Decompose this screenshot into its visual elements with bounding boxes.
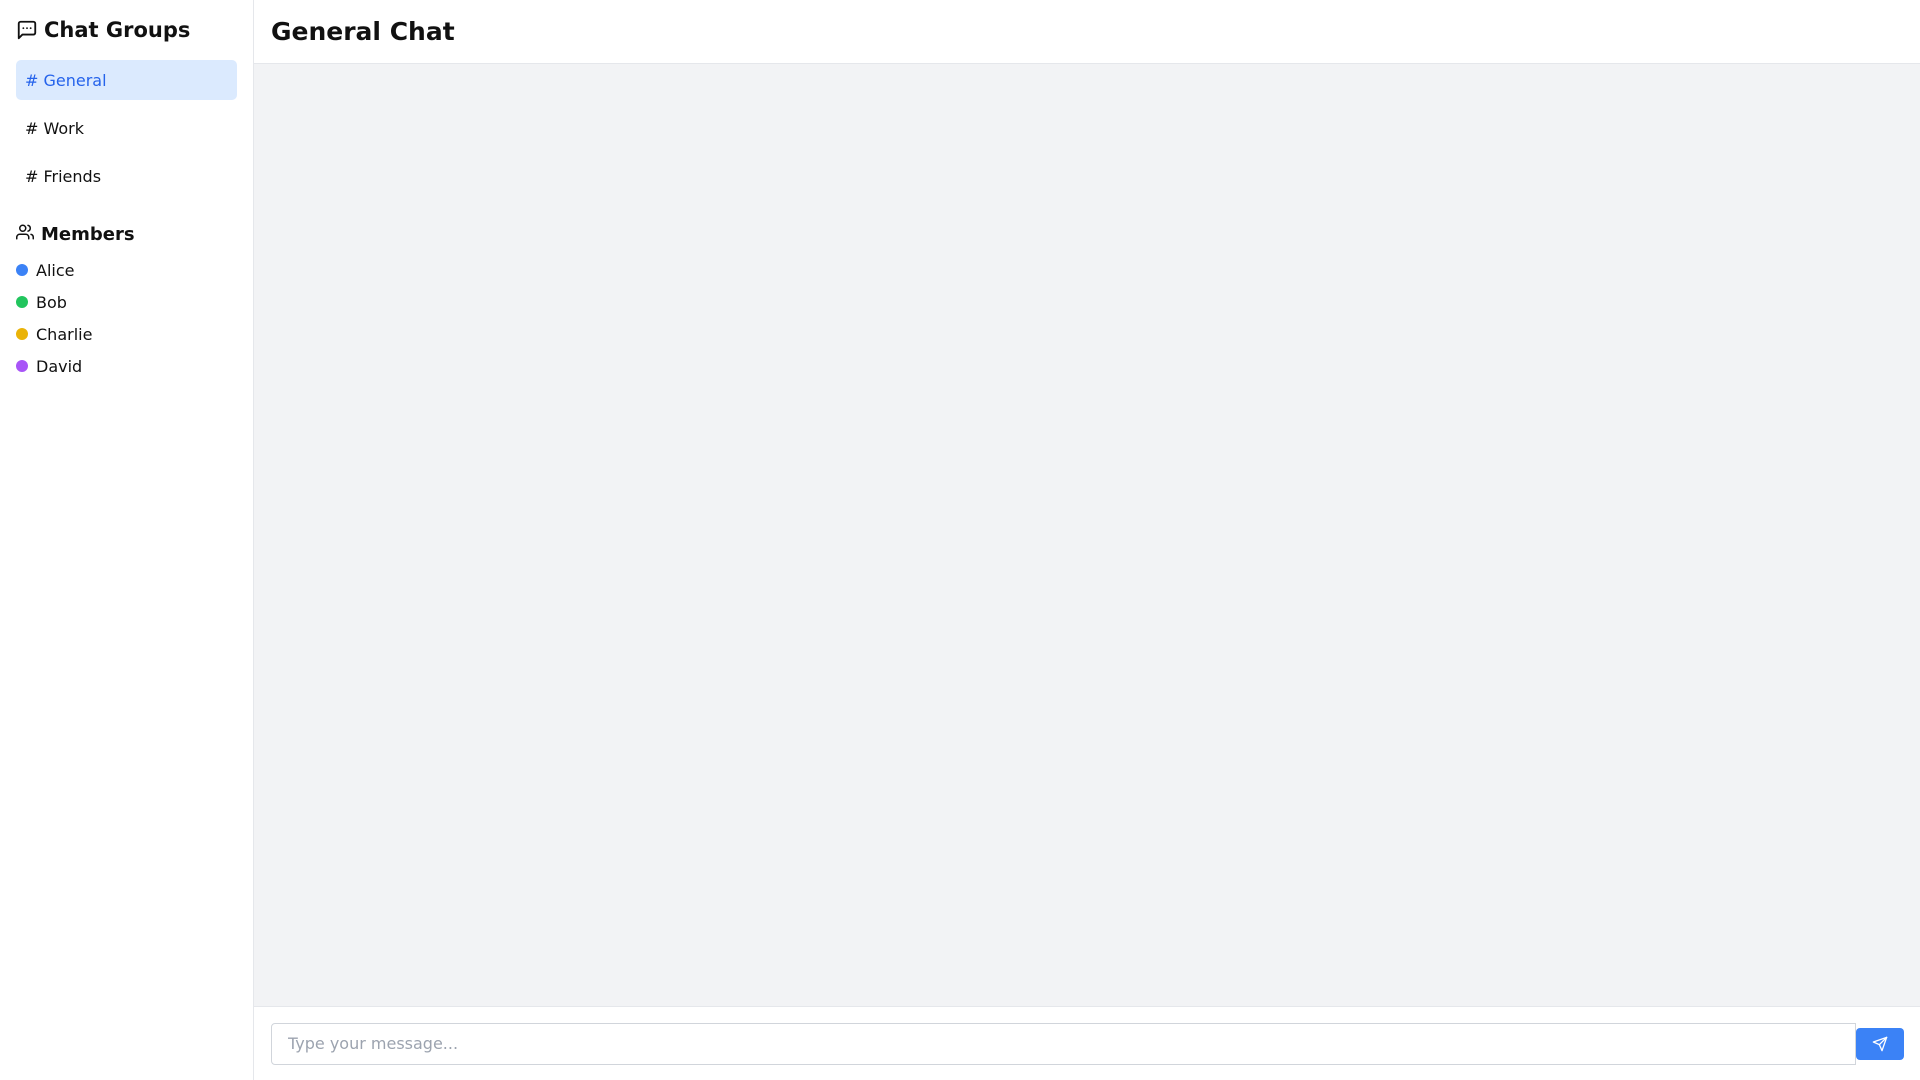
member-item-charlie[interactable]: Charlie [16,318,237,350]
member-list: Alice Bob Charlie David [16,254,237,382]
status-dot [16,296,28,308]
channel-item-work[interactable]: # Work [16,108,237,148]
channel-list: # General # Work # Friends [16,60,237,196]
member-item-bob[interactable]: Bob [16,286,237,318]
status-dot [16,360,28,372]
member-name: David [36,356,83,376]
message-area[interactable] [254,64,1920,1006]
main-panel: General Chat [254,0,1920,1080]
member-item-david[interactable]: David [16,350,237,382]
chat-title: General Chat [271,17,455,46]
channel-item-friends[interactable]: # Friends [16,156,237,196]
members-header: Members [16,220,237,248]
users-icon [16,223,34,245]
member-name: Alice [36,260,75,280]
chat-bubble-icon [16,19,38,41]
member-name: Charlie [36,324,93,344]
status-dot [16,264,28,276]
sidebar-header: Chat Groups [16,16,237,44]
send-button[interactable] [1856,1027,1904,1060]
channel-item-general[interactable]: # General [16,60,237,100]
members-title: Members [41,223,135,245]
chat-header: General Chat [254,0,1920,64]
status-dot [16,328,28,340]
member-name: Bob [36,292,67,312]
sidebar-title: Chat Groups [44,18,191,42]
message-input[interactable] [271,1022,1856,1065]
send-icon [1872,1036,1888,1052]
message-composer [254,1006,1920,1080]
app: Chat Groups # General # Work # Friends M… [0,0,1920,1080]
member-item-alice[interactable]: Alice [16,254,237,286]
sidebar: Chat Groups # General # Work # Friends M… [0,0,254,1080]
